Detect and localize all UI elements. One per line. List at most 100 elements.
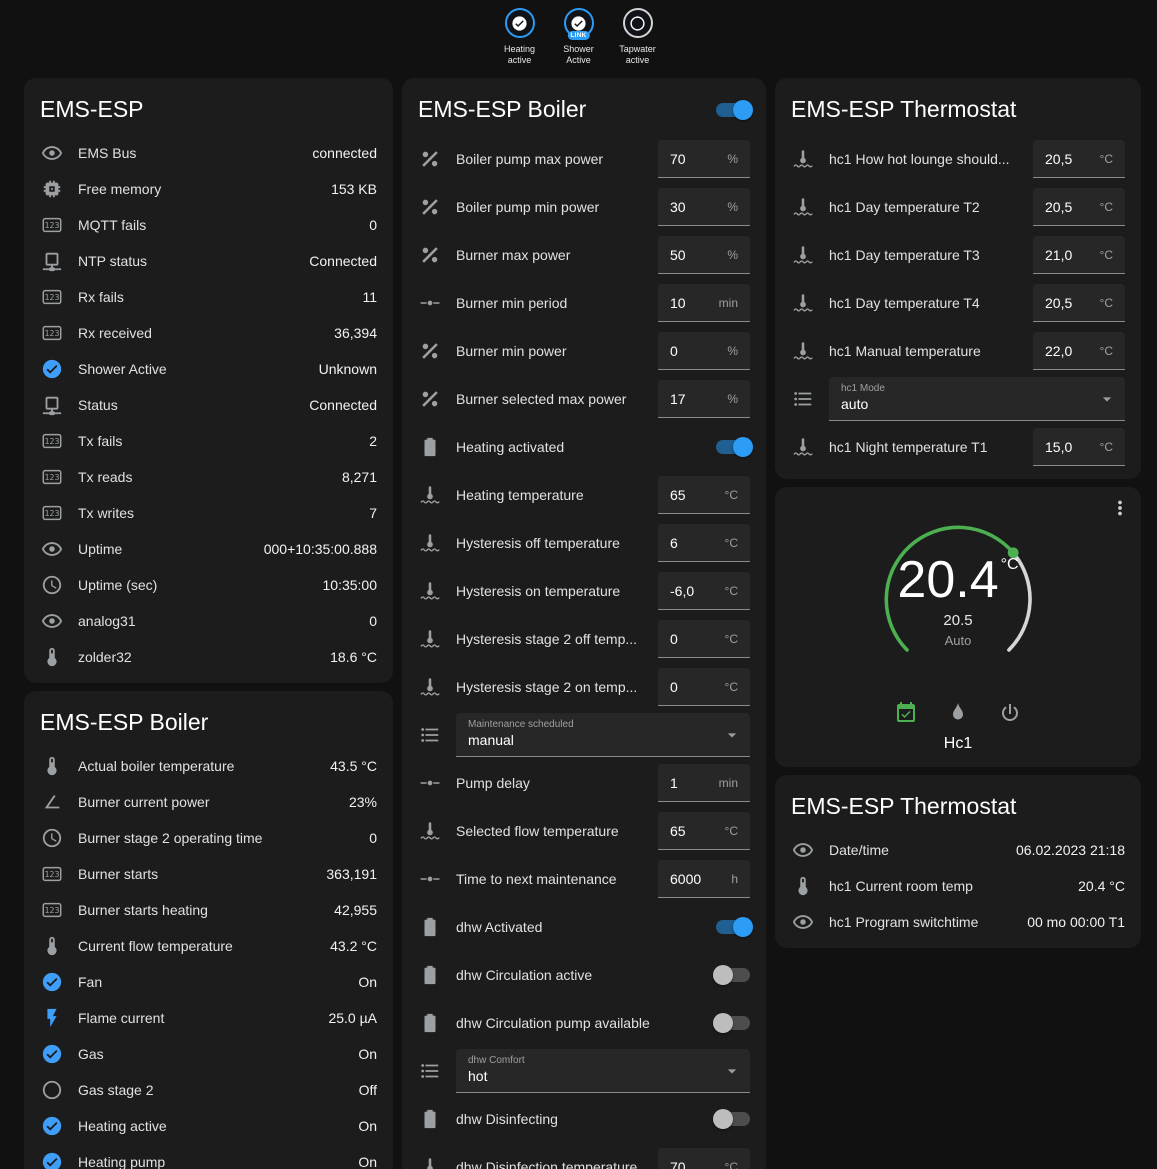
entity-row[interactable]: 123Rx fails11: [24, 279, 393, 315]
number-input-boiler-pump-min-power[interactable]: 30%: [658, 188, 750, 226]
number-input-hc1-day-temperature-t4[interactable]: 20,5°C: [1033, 284, 1125, 322]
number-input-burner-min-period[interactable]: 10min: [658, 284, 750, 322]
toggle-dhw-circulation-pump-available[interactable]: [716, 1016, 750, 1030]
entity-row[interactable]: dhw Comforthot: [402, 1047, 766, 1095]
entity-row[interactable]: Hysteresis stage 2 off temp...0°C: [402, 615, 766, 663]
entity-row[interactable]: 123Tx reads8,271: [24, 459, 393, 495]
entity-row[interactable]: Burner stage 2 operating time0: [24, 820, 393, 856]
entity-row[interactable]: Selected flow temperature65°C: [402, 807, 766, 855]
entity-row[interactable]: dhw Disinfecting: [402, 1095, 766, 1143]
number-input-time-to-next-maintenance[interactable]: 6000h: [658, 860, 750, 898]
number-input-heating-temperature[interactable]: 65°C: [658, 476, 750, 514]
toggle-heating-activated[interactable]: [716, 440, 750, 454]
thermostat-dial[interactable]: 20.4°C20.5Auto: [863, 509, 1053, 689]
number-input-boiler-pump-max-power[interactable]: 70%: [658, 140, 750, 178]
number-input-hysteresis-on-temperature[interactable]: -6,0°C: [658, 572, 750, 610]
entity-row[interactable]: Gas stage 2Off: [24, 1072, 393, 1108]
calendar-check-icon[interactable]: [894, 701, 918, 725]
entity-row[interactable]: hc1 Current room temp20.4 °C: [775, 868, 1141, 904]
number-input-dhw-disinfection-temperature[interactable]: 70°C: [658, 1148, 750, 1169]
entity-row[interactable]: hc1 How hot lounge should...20,5°C: [775, 135, 1141, 183]
number-input-hysteresis-stage-2-off-temp[interactable]: 0°C: [658, 620, 750, 658]
entity-row[interactable]: analog310: [24, 603, 393, 639]
number-input-burner-max-power[interactable]: 50%: [658, 236, 750, 274]
toggle-dhw-activated[interactable]: [716, 920, 750, 934]
entity-row[interactable]: 123MQTT fails0: [24, 207, 393, 243]
entity-row[interactable]: Pump delay1min: [402, 759, 766, 807]
number-input-hc1-how-hot-lounge-should[interactable]: 20,5°C: [1033, 140, 1125, 178]
entity-row[interactable]: 123Tx writes7: [24, 495, 393, 531]
badge-circle[interactable]: [623, 8, 653, 38]
entity-row[interactable]: Free memory153 KB: [24, 171, 393, 207]
entity-row[interactable]: dhw Circulation pump available: [402, 999, 766, 1047]
entity-row[interactable]: 123Rx received36,394: [24, 315, 393, 351]
entity-row[interactable]: hc1 Program switchtime00 mo 00:00 T1: [775, 904, 1141, 940]
entity-row[interactable]: dhw Circulation active: [402, 951, 766, 999]
entity-row[interactable]: Boiler pump max power70%: [402, 135, 766, 183]
number-input-hysteresis-stage-2-on-temp[interactable]: 0°C: [658, 668, 750, 706]
number-input-hysteresis-off-temperature[interactable]: 6°C: [658, 524, 750, 562]
entity-row[interactable]: Uptime (sec)10:35:00: [24, 567, 393, 603]
entity-row[interactable]: hc1 Night temperature T115,0°C: [775, 423, 1141, 471]
entity-row[interactable]: 123Burner starts heating42,955: [24, 892, 393, 928]
number-input-selected-flow-temperature[interactable]: 65°C: [658, 812, 750, 850]
entity-row[interactable]: Burner min power0%: [402, 327, 766, 375]
number-input-hc1-day-temperature-t3[interactable]: 21,0°C: [1033, 236, 1125, 274]
entity-row[interactable]: Flame current25.0 µA: [24, 1000, 393, 1036]
entity-row[interactable]: Heating activeOn: [24, 1108, 393, 1144]
entity-row[interactable]: 123Burner starts363,191: [24, 856, 393, 892]
entity-row[interactable]: Boiler pump min power30%: [402, 183, 766, 231]
power-icon[interactable]: [998, 701, 1022, 725]
number-input-hc1-night-temperature-t1[interactable]: 15,0°C: [1033, 428, 1125, 466]
number-input-burner-selected-max-power[interactable]: 17%: [658, 380, 750, 418]
entity-row[interactable]: Time to next maintenance6000h: [402, 855, 766, 903]
number-input-hc1-manual-temperature[interactable]: 22,0°C: [1033, 332, 1125, 370]
entity-row[interactable]: Heating temperature65°C: [402, 471, 766, 519]
more-options-icon[interactable]: [1109, 497, 1133, 521]
entity-row[interactable]: Burner max power50%: [402, 231, 766, 279]
entity-row[interactable]: FanOn: [24, 964, 393, 1000]
entity-row[interactable]: Actual boiler temperature43.5 °C: [24, 748, 393, 784]
badge-circle[interactable]: LINK: [564, 8, 594, 38]
toggle-dhw-disinfecting[interactable]: [716, 1112, 750, 1126]
flame-icon[interactable]: [946, 701, 970, 725]
badge-shower-active[interactable]: LINKShower Active: [551, 8, 607, 67]
entity-row[interactable]: Maintenance scheduledmanual: [402, 711, 766, 759]
entity-row[interactable]: StatusConnected: [24, 387, 393, 423]
entity-row[interactable]: Current flow temperature43.2 °C: [24, 928, 393, 964]
entity-row[interactable]: zolder3218.6 °C: [24, 639, 393, 675]
number-input-hc1-day-temperature-t2[interactable]: 20,5°C: [1033, 188, 1125, 226]
number-input-burner-min-power[interactable]: 0%: [658, 332, 750, 370]
entity-row[interactable]: 123Tx fails2: [24, 423, 393, 459]
select-dhw-comfort[interactable]: dhw Comforthot: [456, 1049, 750, 1093]
select-hc1-mode[interactable]: hc1 Modeauto: [829, 377, 1125, 421]
entity-row[interactable]: Hysteresis off temperature6°C: [402, 519, 766, 567]
badge-tapwater-active[interactable]: Tapwater active: [610, 8, 666, 67]
toggle-dhw-circulation-active[interactable]: [716, 968, 750, 982]
entity-row[interactable]: NTP statusConnected: [24, 243, 393, 279]
card-header-toggle[interactable]: [716, 103, 750, 117]
entity-row[interactable]: Shower ActiveUnknown: [24, 351, 393, 387]
entity-row[interactable]: Heating pumpOn: [24, 1144, 393, 1169]
entity-row[interactable]: hc1 Day temperature T420,5°C: [775, 279, 1141, 327]
entity-row[interactable]: hc1 Day temperature T321,0°C: [775, 231, 1141, 279]
badge-circle[interactable]: [505, 8, 535, 38]
entity-row[interactable]: Hysteresis stage 2 on temp...0°C: [402, 663, 766, 711]
entity-row[interactable]: GasOn: [24, 1036, 393, 1072]
entity-row[interactable]: Uptime000+10:35:00.888: [24, 531, 393, 567]
entity-row[interactable]: Date/time06.02.2023 21:18: [775, 832, 1141, 868]
number-input-pump-delay[interactable]: 1min: [658, 764, 750, 802]
entity-row[interactable]: hc1 Manual temperature22,0°C: [775, 327, 1141, 375]
entity-row[interactable]: EMS Busconnected: [24, 135, 393, 171]
entity-row[interactable]: hc1 Day temperature T220,5°C: [775, 183, 1141, 231]
entity-row[interactable]: hc1 Modeauto: [775, 375, 1141, 423]
entity-row[interactable]: Burner min period10min: [402, 279, 766, 327]
entity-row[interactable]: Burner current power23%: [24, 784, 393, 820]
entity-row[interactable]: dhw Activated: [402, 903, 766, 951]
badge-heating-active[interactable]: Heating active: [492, 8, 548, 67]
entity-row[interactable]: Hysteresis on temperature-6,0°C: [402, 567, 766, 615]
entity-row[interactable]: Heating activated: [402, 423, 766, 471]
entity-row[interactable]: Burner selected max power17%: [402, 375, 766, 423]
entity-row[interactable]: dhw Disinfection temperature70°C: [402, 1143, 766, 1169]
select-maintenance-scheduled[interactable]: Maintenance scheduledmanual: [456, 713, 750, 757]
